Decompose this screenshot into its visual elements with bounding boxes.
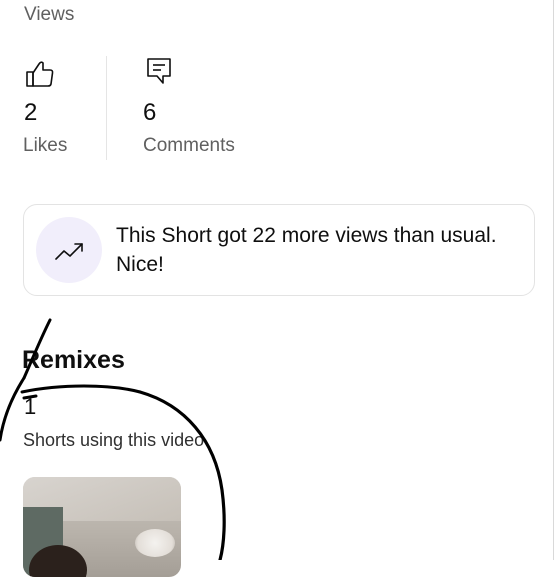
insight-card: This Short got 22 more views than usual.…	[23, 204, 535, 296]
comments-count: 6	[143, 99, 157, 126]
comment-icon[interactable]	[145, 56, 173, 91]
views-label: Views	[24, 4, 75, 25]
trending-up-icon	[36, 217, 102, 283]
likes-label: Likes	[23, 135, 68, 156]
thumbs-up-icon[interactable]	[24, 58, 56, 95]
screen-edge	[553, 0, 554, 560]
likes-count: 2	[24, 99, 38, 126]
remixes-title: Remixes	[22, 346, 125, 374]
insight-message: This Short got 22 more views than usual.…	[116, 224, 497, 276]
stats-divider	[106, 56, 107, 160]
comments-label: Comments	[143, 135, 235, 156]
remixes-count: 1	[24, 394, 37, 419]
remixes-caption: Shorts using this video	[23, 430, 205, 450]
remix-short-thumbnail[interactable]	[23, 477, 181, 577]
